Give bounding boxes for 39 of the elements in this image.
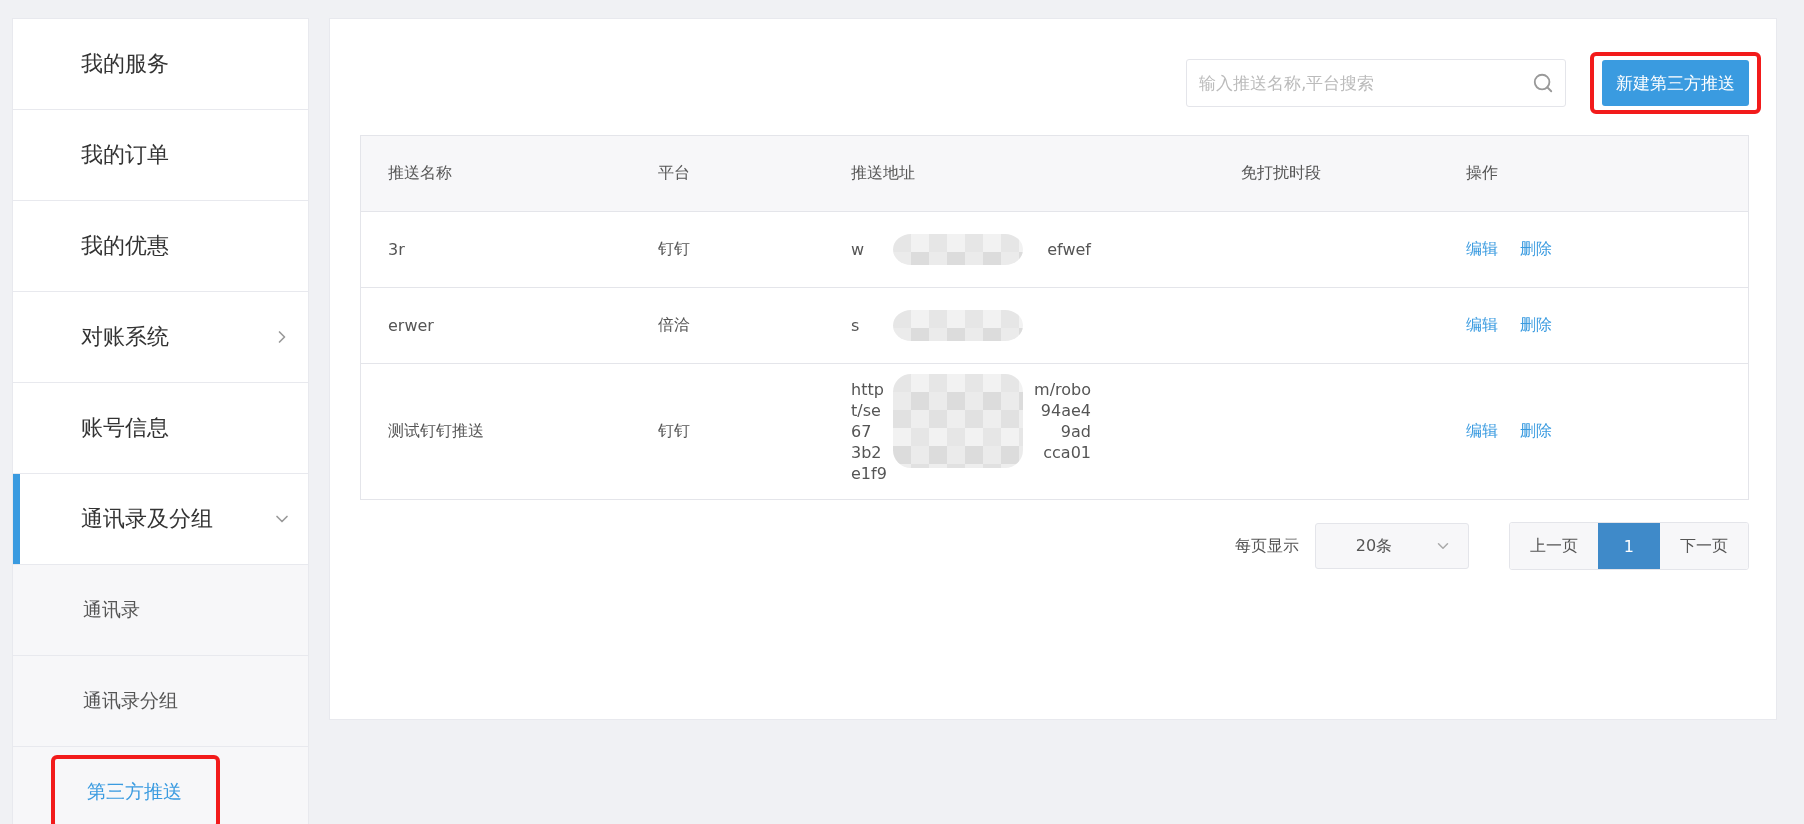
sidebar-item-label: 我的订单 — [81, 141, 169, 169]
sidebar-subitem[interactable]: 通讯录 — [83, 597, 140, 623]
address-text: 94ae4 — [1040, 400, 1091, 421]
address-text: 67 — [851, 421, 872, 442]
column-header: 推送名称 — [388, 163, 453, 184]
page-button[interactable]: 1 — [1597, 523, 1660, 569]
column-header: 操作 — [1466, 163, 1499, 184]
per-page-select[interactable]: 20条 — [1314, 523, 1469, 569]
table-cell-text: 倍洽 — [658, 315, 691, 336]
address-text: http — [851, 379, 884, 400]
column-header: 平台 — [658, 163, 691, 184]
table-cell-text: 钉钉 — [658, 239, 691, 260]
address-text: m/robo — [1034, 379, 1091, 400]
address-text: e1f9 — [851, 463, 887, 484]
next-page-button[interactable]: 下一页 — [1660, 523, 1748, 569]
address-text: 9ad — [1060, 421, 1091, 442]
address-text: s — [851, 315, 860, 336]
sidebar-item-label: 通讯录及分组 — [81, 505, 213, 533]
search-icon[interactable] — [1532, 72, 1554, 94]
sidebar-item-label: 账号信息 — [81, 414, 169, 442]
sidebar-item[interactable]: 通讯录及分组 — [13, 474, 308, 565]
address-text: 3b2 — [851, 442, 882, 463]
table-cell-text: erwer — [388, 316, 435, 335]
per-page-label: 每页显示 — [1234, 535, 1299, 557]
address-text: w — [851, 239, 865, 260]
sidebar-item-label: 我的优惠 — [81, 232, 169, 260]
sidebar-item-label: 我的服务 — [81, 50, 169, 78]
address-text: cca01 — [1043, 442, 1091, 463]
address-text: t/se — [851, 400, 881, 421]
table-cell-text: 钉钉 — [658, 421, 691, 442]
address-text: efwef — [1047, 239, 1091, 260]
table-cell-text: 测试钉钉推送 — [388, 421, 485, 442]
column-header: 免打扰时段 — [1241, 163, 1322, 184]
sidebar-item-label: 对账系统 — [81, 323, 169, 351]
search-field[interactable]: 输入推送名称,平台搜索 — [1186, 59, 1566, 107]
column-header: 推送地址 — [851, 163, 916, 184]
sidebar-subitem[interactable]: 通讯录分组 — [83, 688, 178, 714]
prev-page-button[interactable]: 上一页 — [1509, 523, 1598, 569]
table-cell-text: 3r — [388, 240, 406, 259]
